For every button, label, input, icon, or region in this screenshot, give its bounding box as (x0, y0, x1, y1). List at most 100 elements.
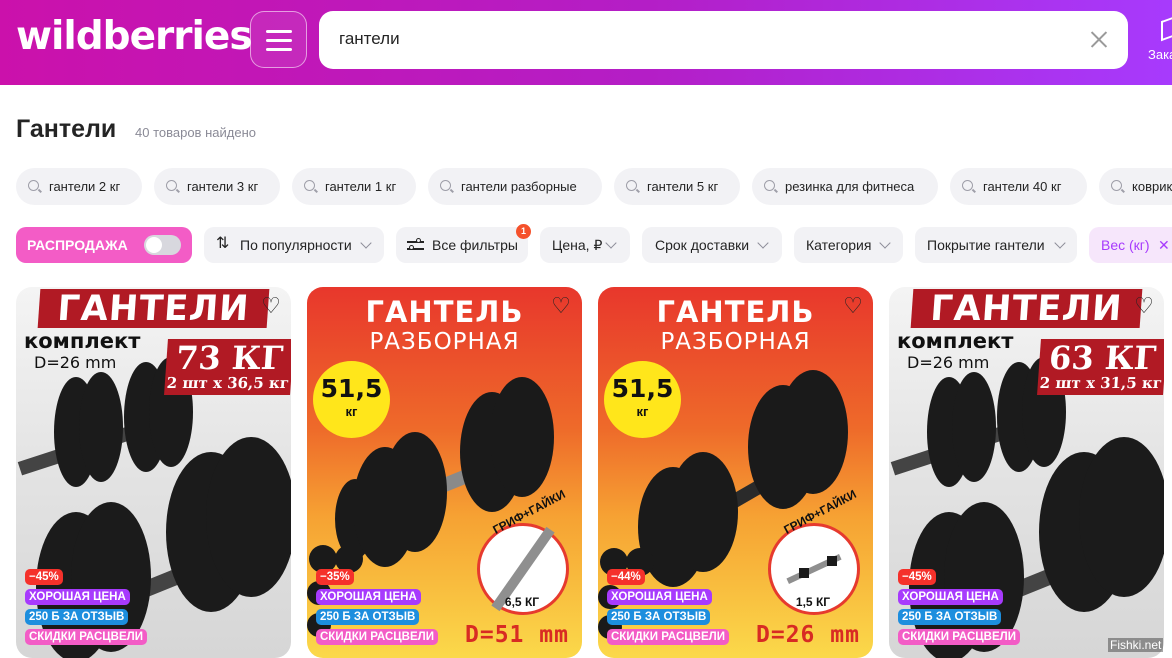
search-icon (764, 180, 775, 191)
hamburger-icon (266, 39, 292, 42)
spring-sale-badge: СКИДКИ РАСЦВЕЛИ (898, 629, 1020, 645)
sort-label: По популярности (240, 237, 352, 253)
sort-icon (216, 226, 232, 262)
search-input[interactable]: гантели (319, 11, 1128, 69)
filters-icon (407, 238, 424, 252)
search-query[interactable]: гантели (339, 29, 400, 49)
product-pair: 2 шт х 36,5 кг (166, 374, 290, 392)
weight-badge: 51,5 кг (604, 361, 681, 438)
delivery-filter[interactable]: Срок доставки (642, 227, 782, 263)
product-weight: 63 КГ (1047, 339, 1158, 377)
search-icon (28, 180, 39, 191)
menu-button[interactable] (250, 11, 307, 68)
product-weight: 51,5 (611, 374, 674, 403)
filter-count-badge: 1 (516, 224, 531, 239)
toggle-knob (146, 237, 162, 253)
weight-badge: 51,5 кг (313, 361, 390, 438)
product-weight: 73 КГ (174, 339, 285, 377)
discount-badge: −45% (25, 569, 63, 585)
close-icon[interactable]: ✕ (1158, 227, 1170, 263)
hamburger-icon (266, 48, 292, 51)
discount-badge: −44% (607, 569, 645, 585)
suggestion-chip[interactable]: гантели 2 кг (16, 168, 142, 205)
good-price-badge: ХОРОШАЯ ЦЕНА (25, 589, 130, 605)
discount-badge: −45% (898, 569, 936, 585)
weight-label: Вес (кг) (1101, 237, 1150, 253)
search-icon (626, 180, 637, 191)
all-filters-button[interactable]: Все фильтры (396, 227, 528, 263)
weight-badge: 73 КГ 2 шт х 36,5 кг (164, 339, 291, 395)
product-banner: ГАНТЕЛИ (37, 289, 270, 329)
good-price-badge: ХОРОШАЯ ЦЕНА (898, 589, 1003, 605)
orders-label: Зака (1148, 47, 1172, 62)
sale-filter-toggle[interactable]: РАСПРОДАЖА (16, 227, 192, 263)
product-banner: ГАНТЕЛЬ (656, 295, 815, 329)
spring-sale-badge: СКИДКИ РАСЦВЕЛИ (316, 629, 438, 645)
close-icon[interactable] (1090, 30, 1108, 48)
product-weight: 51,5 (320, 374, 383, 403)
good-price-badge: ХОРОШАЯ ЦЕНА (316, 589, 421, 605)
chevron-down-icon (757, 237, 769, 249)
coating-label: Покрытие гантели (927, 237, 1045, 253)
wildberries-logo[interactable]: wildberries (16, 13, 253, 61)
page-title: Гантели (16, 115, 117, 143)
heart-icon[interactable]: ♡ (841, 295, 865, 317)
suggestion-chip[interactable]: гантели 5 кг (614, 168, 740, 205)
category-filter[interactable]: Категория (794, 227, 903, 263)
product-subtitle: РАЗБОРНАЯ (660, 329, 811, 355)
coating-filter[interactable]: Покрытие гантели (915, 227, 1077, 263)
category-label: Категория (806, 237, 872, 253)
product-pair: 2 шт х 31,5 кг (1039, 374, 1163, 392)
heart-icon[interactable]: ♡ (1132, 295, 1156, 317)
chevron-down-icon (1054, 237, 1066, 249)
discount-badge: −35% (316, 569, 354, 585)
product-banner: ГАНТЕЛЬ (365, 295, 524, 329)
toggle-switch[interactable] (144, 235, 181, 255)
all-filters-label: Все фильтры (432, 237, 518, 253)
product-diameter: D=26 mm (756, 622, 860, 648)
product-weight-unit: кг (345, 404, 358, 419)
search-icon (1111, 180, 1122, 191)
product-subtitle: комплект (897, 329, 1014, 353)
product-subtitle: комплект (24, 329, 141, 353)
product-card[interactable]: ГАНТЕЛИ комплект D=26 mm 73 КГ 2 шт х 36… (16, 287, 291, 658)
product-card[interactable]: ГАНТЕЛИ комплект D=26 mm 63 КГ 2 шт х 31… (889, 287, 1164, 658)
spring-sale-badge: СКИДКИ РАСЦВЕЛИ (607, 629, 729, 645)
search-icon (440, 180, 451, 191)
hamburger-icon (266, 30, 292, 33)
suggestion-chip[interactable]: гантели 1 кг (292, 168, 416, 205)
watermark: Fishki.net (1108, 638, 1164, 652)
product-subtitle: РАЗБОРНАЯ (369, 329, 520, 355)
bar-weight: 6,5 КГ (504, 595, 540, 609)
bar-weight: 1,5 КГ (795, 595, 831, 609)
weight-badge: 63 КГ 2 шт х 31,5 кг (1037, 339, 1164, 395)
product-diameter: D=26 mm (907, 353, 990, 372)
weight-filter-active[interactable]: Вес (кг) ✕ (1089, 227, 1172, 263)
orders-button[interactable]: Зака (1147, 14, 1172, 68)
product-card[interactable]: ГАНТЕЛЬ РАЗБОРНАЯ 51,5 кг ГРИФ+ГАЙКИ 1,5… (598, 287, 873, 658)
heart-icon[interactable]: ♡ (259, 295, 283, 317)
search-icon (166, 180, 177, 191)
product-card[interactable]: ГАНТЕЛЬ РАЗБОРНАЯ 51,5 кг ГРИФ+ГАЙКИ 6,5… (307, 287, 582, 658)
review-bonus-badge: 250 Б ЗА ОТЗЫВ (898, 609, 1002, 625)
search-icon (962, 180, 973, 191)
chevron-down-icon (360, 237, 372, 249)
spring-sale-badge: СКИДКИ РАСЦВЕЛИ (25, 629, 147, 645)
suggestion-chip[interactable]: гантели разборные (428, 168, 602, 205)
suggestion-chip[interactable]: резинка для фитнеса (752, 168, 938, 205)
product-diameter: D=26 mm (34, 353, 117, 372)
price-filter[interactable]: Цена, ₽ (540, 227, 630, 263)
sort-dropdown[interactable]: По популярности (204, 226, 384, 263)
product-diameter: D=51 mm (465, 622, 569, 648)
suggestion-chip[interactable]: гантели 3 кг (154, 168, 280, 205)
search-icon (304, 180, 315, 191)
product-weight-unit: кг (636, 404, 649, 419)
product-banner: ГАНТЕЛИ (910, 289, 1143, 329)
heart-icon[interactable]: ♡ (549, 295, 573, 317)
suggestion-chip[interactable]: гантели 40 кг (950, 168, 1087, 205)
header-bar: wildberries гантели Зака (0, 0, 1172, 85)
sale-label: РАСПРОДАЖА (27, 237, 128, 253)
price-label: Цена, ₽ (552, 237, 603, 253)
delivery-label: Срок доставки (655, 237, 750, 253)
suggestion-chip[interactable]: коврик (1099, 168, 1172, 205)
